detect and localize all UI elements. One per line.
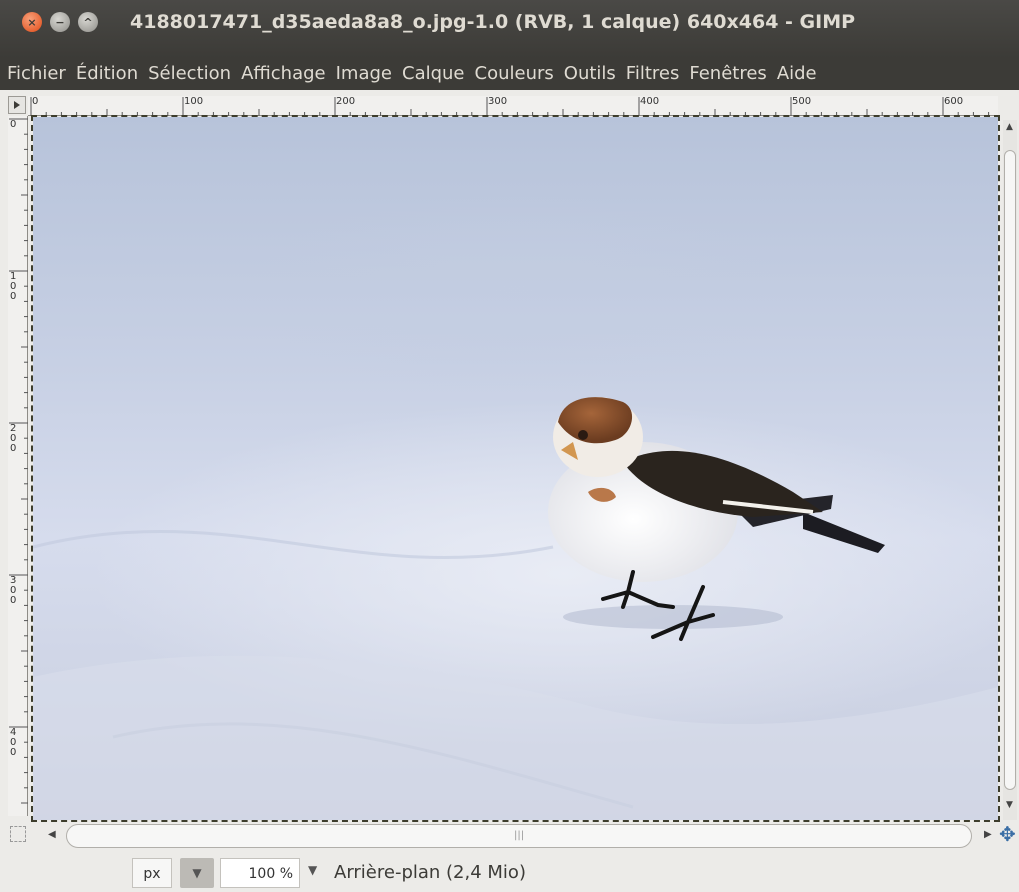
- maximize-icon: ^: [83, 15, 93, 29]
- hruler-label: 200: [336, 96, 356, 107]
- layer-status-text: Arrière-plan (2,4 Mio): [334, 862, 526, 883]
- horizontal-ruler[interactable]: 0 100 200 300 400 500 600: [28, 96, 998, 116]
- quick-mask-icon[interactable]: [10, 826, 26, 842]
- zoom-input[interactable]: 100 %: [220, 858, 300, 888]
- vertical-ruler-ticks: [9, 118, 28, 804]
- menu-bar: Fichier Édition Sélection Affichage Imag…: [0, 58, 1019, 90]
- scroll-right-icon[interactable]: ▶: [984, 829, 992, 840]
- vruler-label: 0: [10, 119, 17, 130]
- menu-filtres[interactable]: Filtres: [621, 58, 685, 90]
- menu-edition[interactable]: Édition: [71, 58, 143, 90]
- chevron-down-icon[interactable]: ▼: [308, 863, 317, 877]
- vertical-ruler[interactable]: 0 100 200 300 400: [8, 116, 28, 816]
- ruler-menu-button[interactable]: [8, 96, 26, 114]
- maximize-window-button[interactable]: ^: [78, 12, 98, 32]
- close-icon: ×: [27, 15, 37, 29]
- navigate-icon[interactable]: ✥: [999, 824, 1016, 844]
- vruler-label: 400: [10, 727, 17, 758]
- vruler-label: 200: [10, 423, 17, 454]
- minimize-icon: −: [55, 15, 65, 29]
- scroll-left-icon[interactable]: ◀: [48, 829, 56, 840]
- minimize-window-button[interactable]: −: [50, 12, 70, 32]
- menu-calque[interactable]: Calque: [397, 58, 470, 90]
- hruler-label: 500: [792, 96, 812, 107]
- vruler-label: 100: [10, 271, 17, 302]
- chevron-down-icon[interactable]: ▼: [180, 858, 214, 888]
- menu-affichage[interactable]: Affichage: [236, 58, 331, 90]
- menu-outils[interactable]: Outils: [559, 58, 621, 90]
- menu-couleurs[interactable]: Couleurs: [470, 58, 559, 90]
- menu-fenetres[interactable]: Fenêtres: [684, 58, 771, 90]
- close-window-button[interactable]: ×: [22, 12, 42, 32]
- bird-tail: [803, 512, 885, 553]
- window-title: 4188017471_d35aeda8a8_o.jpg-1.0 (RVB, 1 …: [130, 11, 856, 33]
- image-canvas[interactable]: [31, 115, 1000, 822]
- hruler-label: 600: [944, 96, 964, 107]
- hruler-label: 100: [184, 96, 204, 107]
- hruler-label: 300: [488, 96, 508, 107]
- menu-image[interactable]: Image: [331, 58, 397, 90]
- vruler-label: 300: [10, 575, 17, 606]
- hruler-label: 0: [32, 96, 39, 107]
- menu-fichier[interactable]: Fichier: [2, 58, 71, 90]
- scroll-grip-icon: |||: [514, 830, 525, 841]
- hruler-label: 400: [640, 96, 660, 107]
- title-bar: × − ^ 4188017471_d35aeda8a8_o.jpg-1.0 (R…: [0, 0, 1019, 58]
- vertical-scroll-thumb[interactable]: [1004, 150, 1016, 790]
- unit-selector[interactable]: px: [132, 858, 172, 888]
- scroll-up-icon[interactable]: ▲: [1006, 122, 1013, 132]
- scroll-down-icon[interactable]: ▼: [1006, 800, 1013, 810]
- menu-selection[interactable]: Sélection: [143, 58, 236, 90]
- snow-bunting-photo: [33, 397, 998, 820]
- menu-aide[interactable]: Aide: [772, 58, 822, 90]
- horizontal-ruler-ticks: [30, 97, 990, 116]
